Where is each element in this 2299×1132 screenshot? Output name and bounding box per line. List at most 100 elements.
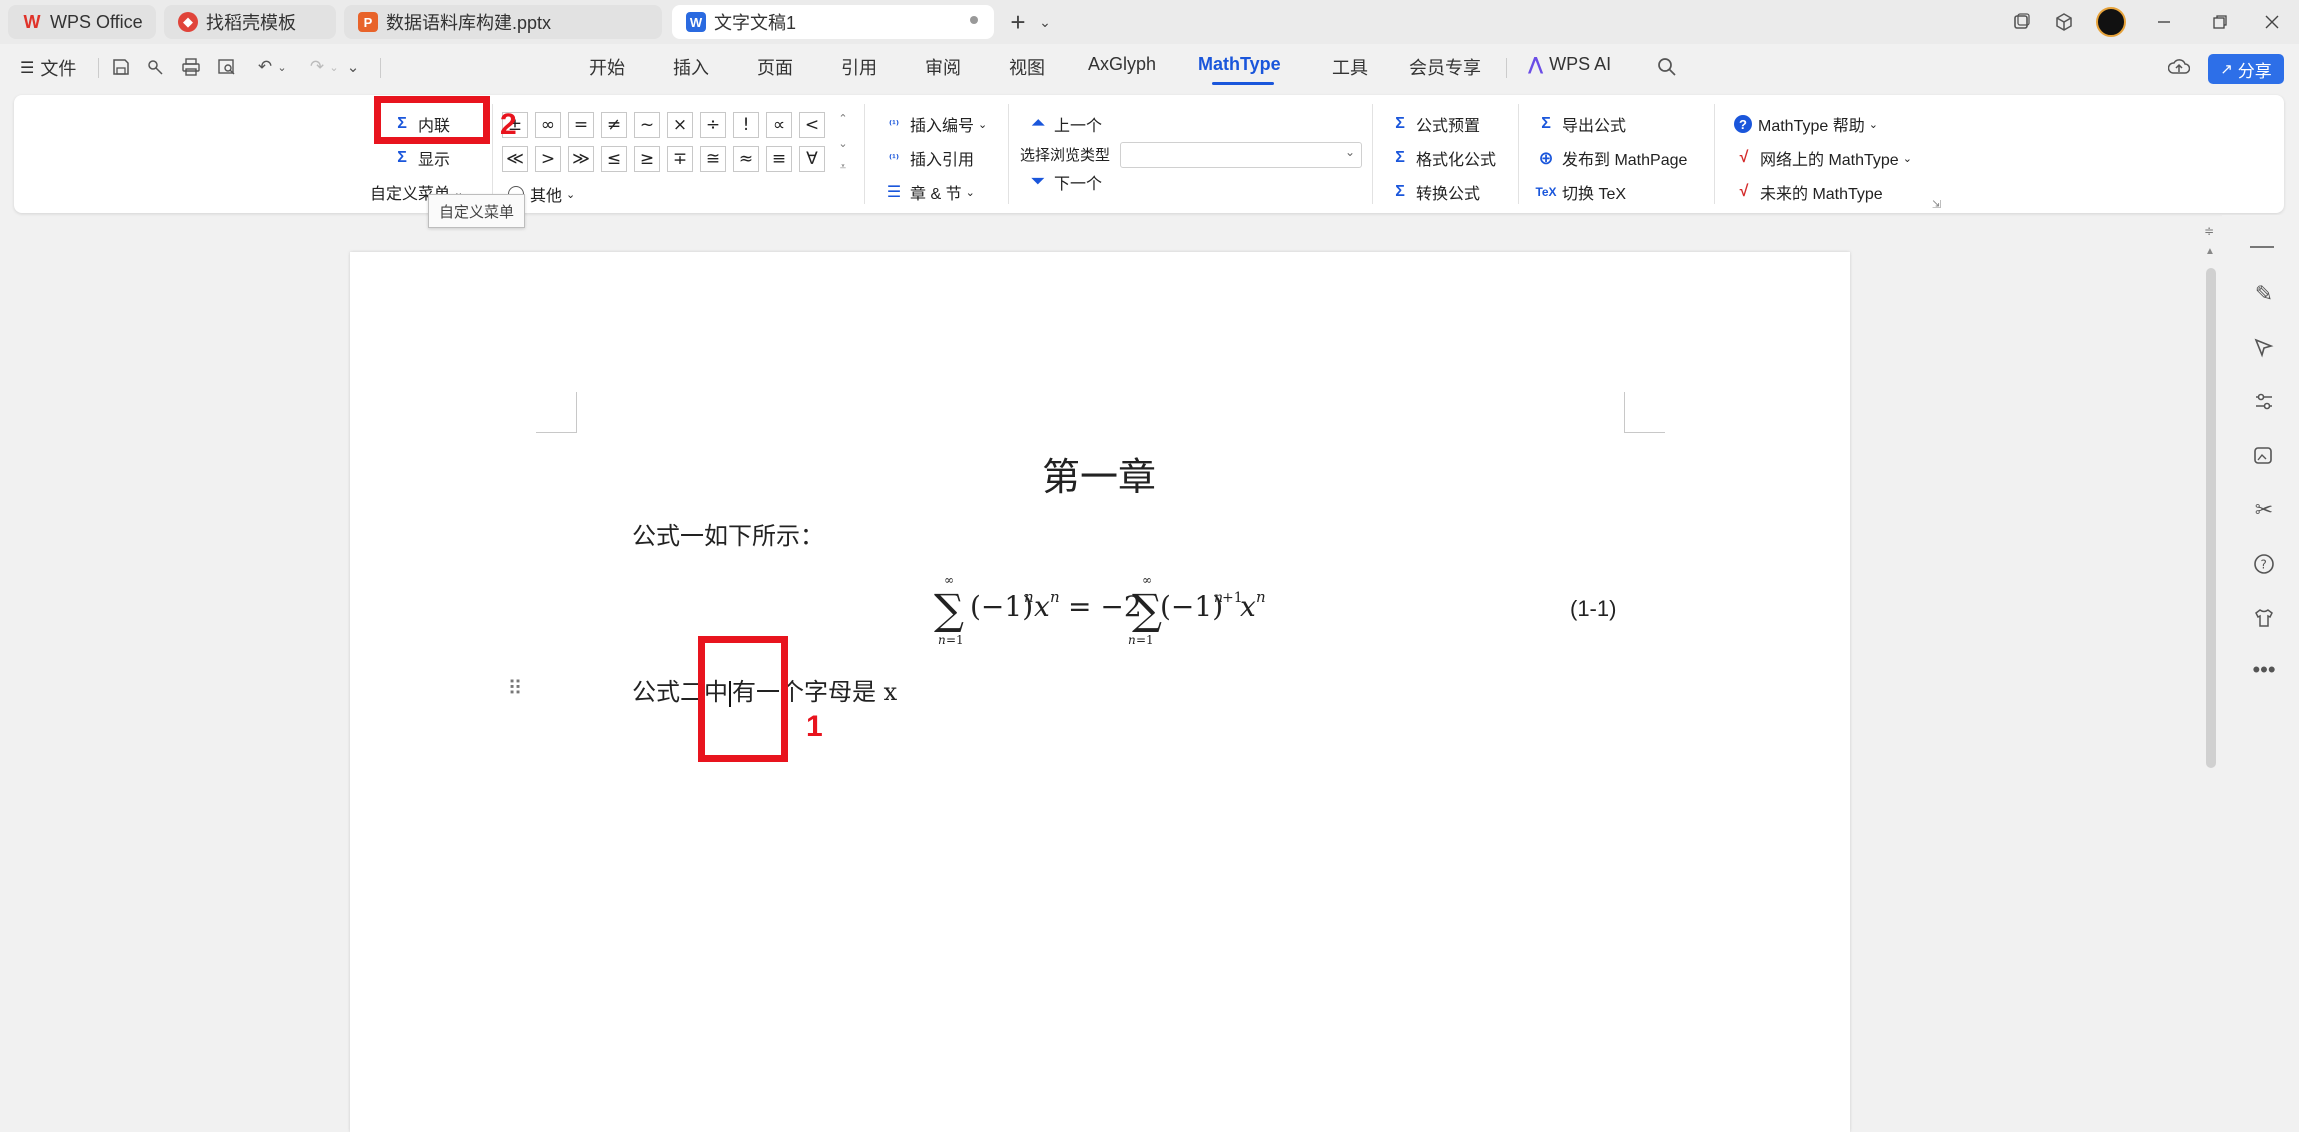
symbol-palette-row-2: ≪ > ≫ ≤ ≥ ∓ ≅ ≈ ≡ ∀ (502, 146, 825, 172)
symbol-much-greater[interactable]: ≫ (568, 146, 594, 172)
expand-more-icon[interactable]: ⩡ (840, 161, 846, 174)
browse-type-select[interactable]: ⌄ (1120, 142, 1362, 168)
more-icon[interactable]: ••• (2250, 656, 2278, 684)
format-formula-button[interactable]: Σ 格式化公式 (1390, 146, 1496, 170)
insert-reference-button[interactable]: ⁽¹⁾ 插入引用 (884, 146, 974, 170)
symbol-greater-equal[interactable]: ≥ (634, 146, 660, 172)
sliders-icon[interactable] (2250, 388, 2278, 416)
redo-dropdown-chevron-icon[interactable]: ⌄ (328, 56, 340, 78)
chapter-title[interactable]: 第一章 (1042, 446, 1156, 501)
symbol-approx[interactable]: ≈ (733, 146, 759, 172)
tab-document-active[interactable]: W 文字文稿1 (672, 5, 994, 39)
pen-icon[interactable]: ✎ (2250, 280, 2278, 308)
next-equation-button[interactable]: ⏷ 下一个 (1028, 170, 1102, 194)
restore-icon[interactable] (2206, 8, 2234, 36)
formula-preset-button[interactable]: Σ 公式预置 (1390, 112, 1480, 136)
wps-logo-icon: W (23, 11, 41, 32)
select-cursor-icon[interactable] (2250, 334, 2278, 362)
tools-icon[interactable]: ✂ (2250, 496, 2278, 524)
print-icon[interactable] (180, 56, 202, 78)
symbol-infinity[interactable]: ∞ (535, 112, 561, 138)
undo-dropdown-chevron-icon[interactable]: ⌄ (276, 56, 288, 78)
equation-number: (1-1) (1570, 596, 1617, 621)
tab-docer[interactable]: ◆ 找稻壳模板 (164, 5, 336, 39)
vertical-scrollbar[interactable] (2206, 268, 2216, 768)
convert-formula-button[interactable]: Σ 转换公式 (1390, 180, 1480, 204)
symbol-times[interactable]: × (667, 112, 693, 138)
image-edit-icon[interactable] (2250, 442, 2278, 470)
menu-insert[interactable]: 插入 (673, 54, 709, 80)
quick-access-more-chevron-icon[interactable]: ⌄ (342, 56, 364, 78)
search-icon[interactable] (1656, 56, 1678, 78)
close-icon[interactable] (2258, 8, 2286, 36)
print-preview-icon[interactable] (216, 56, 238, 78)
window-layout-icon[interactable] (2008, 8, 2036, 36)
menu-wps-ai[interactable]: ⋀ WPS AI (1528, 54, 1611, 75)
symbol-much-less[interactable]: ≪ (502, 146, 528, 172)
display-equation-button[interactable]: Σ 显示 (392, 146, 450, 170)
menu-member[interactable]: 会员专享 (1409, 54, 1481, 80)
svg-text:=1: =1 (946, 633, 964, 647)
symbol-divide[interactable]: ÷ (700, 112, 726, 138)
mathtype-future-button[interactable]: √ 未来的 MathType (1734, 180, 1883, 204)
file-menu[interactable]: ☰ 文件 (20, 55, 76, 81)
ribbon-expand-icon[interactable]: ⇲ (1932, 198, 1941, 211)
cloud-upload-icon[interactable] (2168, 56, 2190, 78)
tab-wps-office[interactable]: W WPS Office (8, 5, 156, 39)
undo-icon[interactable]: ↶ (254, 56, 276, 78)
scroll-up-arrow-icon[interactable]: ▲ (2205, 246, 2215, 257)
menu-tools[interactable]: 工具 (1332, 54, 1368, 80)
drag-handle-icon[interactable]: ⠿ (506, 676, 524, 700)
help-circle-icon[interactable]: ? (2250, 550, 2278, 578)
insert-number-dropdown[interactable]: ⁽¹⁾ 插入编号 ⌄ (884, 112, 987, 136)
symbol-equals[interactable]: = (568, 112, 594, 138)
symbol-minus-plus[interactable]: ∓ (667, 146, 693, 172)
export-formula-button[interactable]: Σ 导出公式 (1536, 112, 1626, 136)
user-avatar[interactable] (2096, 7, 2126, 37)
share-button[interactable]: ↗ 分享 (2208, 54, 2284, 84)
export-pdf-icon[interactable] (144, 56, 166, 78)
svg-text:x: x (1240, 590, 1256, 623)
mathtype-help-dropdown[interactable]: ? MathType 帮助 ⌄ (1734, 112, 1878, 136)
symbol-not-equal[interactable]: ≠ (601, 112, 627, 138)
split-view-icon[interactable]: ≑ (2204, 224, 2218, 238)
symbol-greater-than[interactable]: > (535, 146, 561, 172)
menu-page[interactable]: 页面 (757, 54, 793, 80)
chevron-down-icon[interactable]: ⌄ (838, 137, 847, 150)
minimize-icon[interactable] (2150, 8, 2178, 36)
box-3d-icon[interactable] (2050, 8, 2078, 36)
save-icon[interactable] (110, 56, 132, 78)
menu-mathtype[interactable]: MathType (1198, 54, 1281, 75)
paragraph-1[interactable]: 公式一如下所示： (632, 516, 824, 551)
symbol-factorial[interactable]: ! (733, 112, 759, 138)
new-tab-plus-icon[interactable]: + (1004, 7, 1032, 37)
symbol-for-all[interactable]: ∀ (799, 146, 825, 172)
shirt-icon[interactable] (2250, 604, 2278, 632)
symbol-less-equal[interactable]: ≤ (601, 146, 627, 172)
symbol-identical[interactable]: ≡ (766, 146, 792, 172)
sigma-format-icon: Σ (1395, 149, 1405, 166)
symbol-tilde[interactable]: ~ (634, 112, 660, 138)
symbol-palette-scroller[interactable]: ⌃ ⌄ ⩡ (836, 112, 850, 174)
menu-home[interactable]: 开始 (589, 54, 625, 80)
menu-axglyph[interactable]: AxGlyph (1088, 54, 1156, 75)
menu-review[interactable]: 审阅 (925, 54, 961, 80)
tex-icon: TeX (1535, 185, 1557, 199)
menu-references[interactable]: 引用 (841, 54, 877, 80)
hamburger-icon: ☰ (20, 60, 35, 77)
publish-mathpage-button[interactable]: ⊕ 发布到 MathPage (1536, 146, 1687, 170)
menu-view[interactable]: 视图 (1009, 54, 1045, 80)
tab-list-chevron-icon[interactable]: ⌄ (1036, 8, 1054, 36)
symbol-congruent[interactable]: ≅ (700, 146, 726, 172)
toggle-tex-button[interactable]: TeX 切换 TeX (1535, 180, 1626, 204)
tab-pptx[interactable]: P 数据语料库构建.pptx (344, 5, 662, 39)
equation-1[interactable]: ∞ ∑ n =1 (−1) n x n = −2 ∞ ∑ n =1 (−1) n… (930, 572, 1270, 652)
collapse-bar-icon[interactable] (2250, 246, 2274, 248)
mathtype-online-dropdown[interactable]: √ 网络上的 MathType ⌄ (1734, 146, 1912, 170)
chapter-section-dropdown[interactable]: ☰ 章 & 节 ⌄ (884, 180, 975, 204)
chevron-up-icon[interactable]: ⌃ (838, 112, 847, 125)
symbol-less-than[interactable]: < (799, 112, 825, 138)
previous-equation-button[interactable]: ⏶ 上一个 (1028, 112, 1102, 136)
symbol-proportional[interactable]: ∝ (766, 112, 792, 138)
redo-icon[interactable]: ↷ (306, 56, 328, 78)
